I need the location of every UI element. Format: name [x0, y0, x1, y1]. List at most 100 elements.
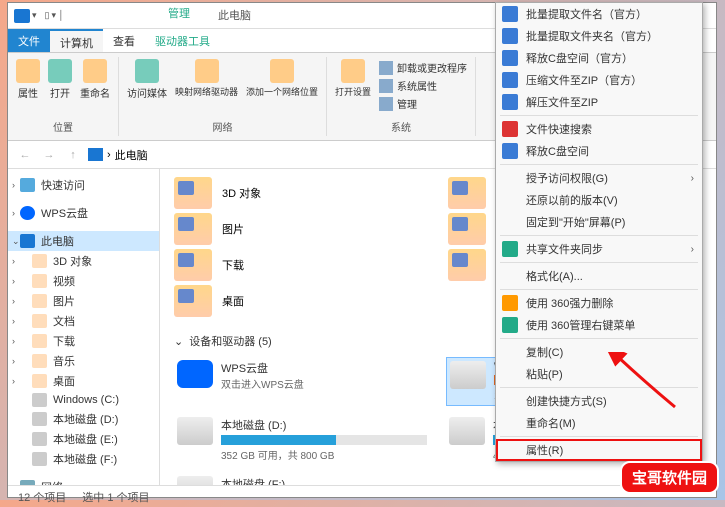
tab-file[interactable]: 文件	[8, 29, 50, 52]
chevron-right-icon: ›	[691, 173, 694, 184]
ctx-icon	[502, 170, 518, 186]
context-menu: 批量提取文件名（官方）批量提取文件夹名（官方）释放C盘空间（官方）压缩文件至ZI…	[495, 2, 703, 462]
sidebar-item[interactable]: 本地磁盘 (E:)	[8, 429, 159, 449]
folder-item[interactable]: 桌面	[174, 285, 428, 317]
sidebar-item[interactable]: Windows (C:)	[8, 391, 159, 409]
context-menu-item[interactable]: 批量提取文件夹名（官方）	[496, 25, 702, 47]
sidebar: ›快速访问 ›WPS云盘 ⌄此电脑 ›3D 对象›视频›图片›文档›下载›音乐›…	[8, 169, 160, 485]
drive-icon	[449, 417, 485, 445]
ctx-icon	[502, 72, 518, 88]
watermark: 宝哥软件园	[620, 461, 719, 494]
tab-view[interactable]: 查看	[103, 29, 145, 52]
folder-icon	[174, 177, 212, 209]
tab-computer[interactable]: 计算机	[50, 29, 103, 52]
sidebar-quick-access[interactable]: ›快速访问	[8, 175, 159, 195]
context-menu-item[interactable]: 解压文件至ZIP	[496, 91, 702, 113]
sidebar-item[interactable]: ›3D 对象	[8, 251, 159, 271]
nav-back-icon[interactable]: ←	[16, 146, 34, 164]
drive-icon	[177, 417, 213, 445]
sidebar-item[interactable]: ›文档	[8, 311, 159, 331]
sidebar-item[interactable]: ›图片	[8, 291, 159, 311]
ribbon-group-network: 网络	[213, 119, 233, 134]
ribbon-group-location: 位置	[53, 119, 73, 134]
ctx-icon	[502, 214, 518, 230]
folder-icon	[448, 249, 486, 281]
ribbon-map-drive[interactable]: 映射网络驱动器	[175, 59, 238, 100]
ctx-icon	[502, 94, 518, 110]
chevron-right-icon: ›	[691, 244, 694, 255]
context-menu-item[interactable]: 重命名(M)	[496, 412, 702, 434]
ctx-icon	[502, 6, 518, 22]
ribbon-group-system: 系统	[391, 119, 411, 134]
ribbon-sys-props[interactable]: 系统属性	[379, 77, 467, 94]
ctx-icon	[502, 268, 518, 284]
manage-label: 管理	[168, 5, 190, 21]
ribbon-add-net[interactable]: 添加一个网络位置	[246, 59, 318, 100]
context-menu-item[interactable]: 共享文件夹同步›	[496, 238, 702, 260]
context-menu-item[interactable]: 使用 360强力删除	[496, 292, 702, 314]
qat-chevron-icon[interactable]: ▾	[32, 10, 37, 21]
context-menu-item[interactable]: 还原以前的版本(V)	[496, 189, 702, 211]
context-menu-item[interactable]: 复制(C)	[496, 341, 702, 363]
folder-icon	[174, 249, 212, 281]
folder-item[interactable]: 下载	[174, 249, 428, 281]
folder-item[interactable]: 3D 对象	[174, 177, 428, 209]
context-menu-item[interactable]: 粘贴(P)	[496, 363, 702, 385]
sidebar-item[interactable]: 本地磁盘 (D:)	[8, 409, 159, 429]
ribbon-open[interactable]: 打开	[48, 59, 72, 100]
ribbon-uninstall[interactable]: 卸载或更改程序	[379, 59, 467, 76]
drive-icon	[177, 360, 213, 388]
ribbon-manage[interactable]: 管理	[379, 95, 467, 112]
status-count: 12 个项目	[18, 489, 66, 505]
sidebar-item[interactable]: ›桌面	[8, 371, 159, 391]
pc-icon	[88, 148, 103, 161]
ribbon-rename[interactable]: 重命名	[80, 59, 110, 100]
context-menu-item[interactable]: 释放C盘空间（官方）	[496, 47, 702, 69]
drive-icon	[177, 476, 213, 485]
sidebar-item[interactable]: ›下载	[8, 331, 159, 351]
sidebar-wps[interactable]: ›WPS云盘	[8, 203, 159, 223]
ctx-icon	[502, 366, 518, 382]
ctx-icon	[502, 442, 518, 458]
sidebar-item[interactable]: ›音乐	[8, 351, 159, 371]
context-menu-item[interactable]: 批量提取文件名（官方）	[496, 3, 702, 25]
context-menu-item[interactable]: 授予访问权限(G)›	[496, 167, 702, 189]
context-menu-item[interactable]: 格式化(A)...	[496, 265, 702, 287]
drive-item[interactable]: 本地磁盘 (F:)57.6 GB 可用，共 70.0 GB	[174, 473, 430, 485]
drive-item[interactable]: WPS云盘双击进入WPS云盘	[174, 357, 430, 406]
breadcrumb-path[interactable]: › 此电脑	[88, 147, 148, 163]
context-menu-item[interactable]: 属性(R)	[496, 439, 702, 461]
folder-icon	[448, 213, 486, 245]
title-location: 此电脑	[218, 7, 251, 23]
ctx-icon	[502, 192, 518, 208]
status-selected: 选中 1 个项目	[82, 489, 149, 505]
drive-item[interactable]: 本地磁盘 (D:)352 GB 可用，共 800 GB	[174, 414, 430, 465]
context-menu-item[interactable]: 释放C盘空间	[496, 140, 702, 162]
ctx-icon	[502, 295, 518, 311]
sidebar-item[interactable]: 本地磁盘 (F:)	[8, 449, 159, 469]
context-menu-item[interactable]: 创建快捷方式(S)	[496, 390, 702, 412]
sidebar-this-pc[interactable]: ⌄此电脑	[8, 231, 159, 251]
ctx-icon	[502, 415, 518, 431]
nav-fwd-icon[interactable]: →	[40, 146, 58, 164]
folder-icon	[174, 285, 212, 317]
context-menu-item[interactable]: 使用 360管理右键菜单	[496, 314, 702, 336]
ctx-icon	[502, 50, 518, 66]
statusbar: 12 个项目 选中 1 个项目	[8, 485, 716, 507]
sidebar-network[interactable]: ›网络	[8, 477, 159, 485]
ribbon-properties[interactable]: 属性	[16, 59, 40, 100]
folder-icon	[448, 177, 486, 209]
sidebar-item[interactable]: ›视频	[8, 271, 159, 291]
context-menu-item[interactable]: 文件快速搜索	[496, 118, 702, 140]
ribbon-media[interactable]: 访问媒体	[127, 59, 167, 100]
context-menu-item[interactable]: 固定到"开始"屏幕(P)	[496, 211, 702, 233]
ctx-icon	[502, 344, 518, 360]
ctx-icon	[502, 143, 518, 159]
ribbon-settings[interactable]: 打开设置	[335, 59, 371, 112]
folder-item[interactable]: 图片	[174, 213, 428, 245]
ctx-icon	[502, 317, 518, 333]
tab-drive-tools[interactable]: 驱动器工具	[145, 29, 220, 52]
nav-up-icon[interactable]: ↑	[64, 146, 82, 164]
ctx-icon	[502, 393, 518, 409]
context-menu-item[interactable]: 压缩文件至ZIP（官方）	[496, 69, 702, 91]
